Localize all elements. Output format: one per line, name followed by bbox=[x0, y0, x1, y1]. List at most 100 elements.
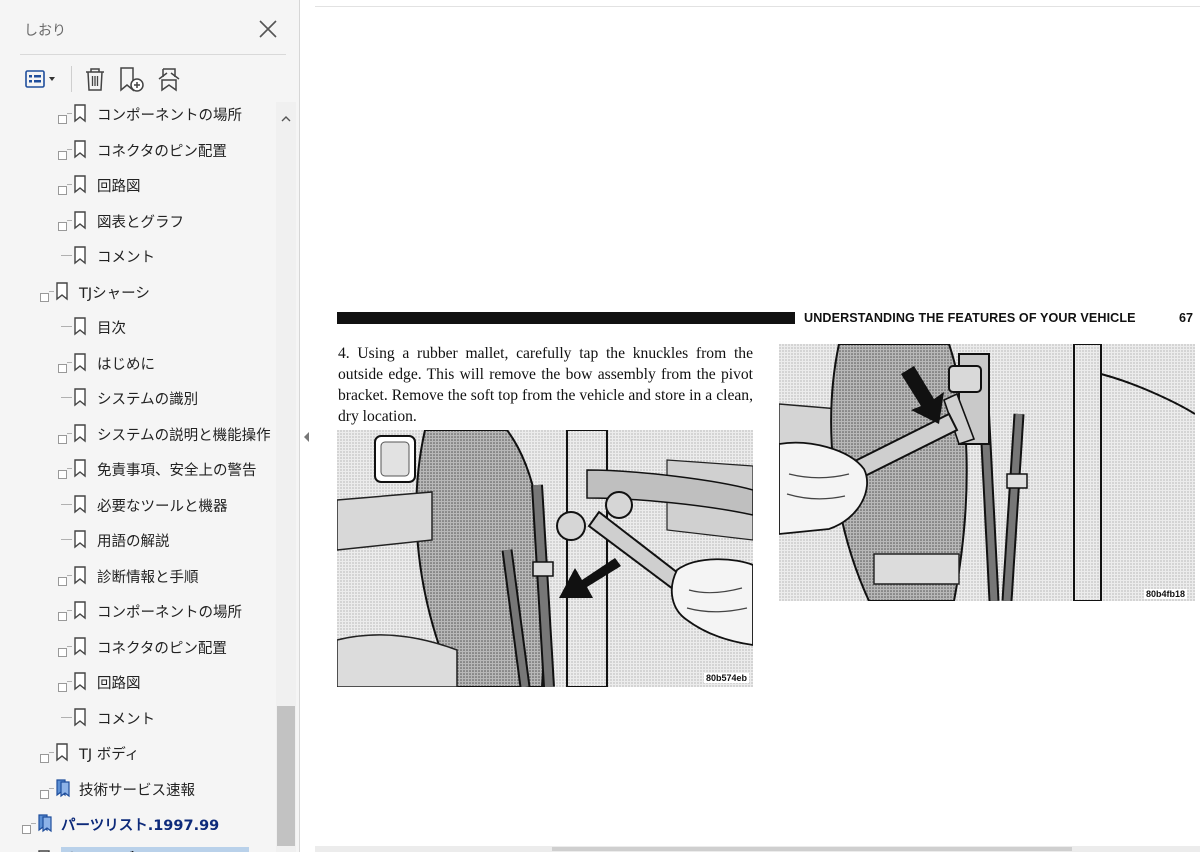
panel-divider bbox=[20, 54, 286, 55]
expand-toggle-icon[interactable] bbox=[58, 180, 67, 195]
expand-toggle-icon[interactable] bbox=[58, 216, 67, 231]
bookmark-label: 診断情報と手順 bbox=[97, 569, 199, 586]
scroll-up-icon[interactable] bbox=[276, 110, 296, 128]
bookmark-label: 回路図 bbox=[97, 676, 141, 692]
bookmark-icon bbox=[37, 849, 51, 852]
bookmark-item[interactable]: パーツリスト.1997.99 bbox=[0, 806, 276, 841]
expand-toggle-icon[interactable] bbox=[40, 784, 49, 799]
bookmark-label: 技術サービス速報 bbox=[79, 782, 195, 799]
bookmark-item[interactable]: コメント bbox=[0, 238, 276, 273]
bookmark-item[interactable]: 図表とグラフ bbox=[0, 203, 276, 238]
tree-connector bbox=[67, 681, 72, 682]
bookmark-item[interactable]: 回路図 bbox=[0, 167, 276, 202]
bookmark-item[interactable]: 回路図 bbox=[0, 664, 276, 699]
sidebar-scroll-thumb[interactable] bbox=[277, 706, 295, 846]
bookmark-item[interactable]: コンポーネントの場所 bbox=[0, 593, 276, 628]
bookmark-item[interactable]: 必要なツールと機器 bbox=[0, 487, 276, 522]
horizontal-scroll-thumb[interactable] bbox=[552, 847, 1072, 851]
bookmark-options-icon[interactable] bbox=[22, 64, 60, 94]
expand-toggle-icon[interactable] bbox=[58, 606, 67, 621]
bookmark-label: コメント bbox=[97, 711, 155, 728]
bookmark-label: 回路図 bbox=[97, 179, 141, 195]
bookmark-icon bbox=[73, 529, 87, 549]
bookmark-item[interactable]: はじめに bbox=[0, 345, 276, 380]
expand-toggle-icon[interactable] bbox=[22, 819, 31, 834]
tree-connector bbox=[67, 574, 72, 576]
collapse-panel-icon[interactable] bbox=[300, 426, 314, 448]
bookmark-icon bbox=[73, 565, 87, 585]
bookmark-label: コメント bbox=[97, 250, 155, 266]
bookmark-item[interactable]: システムの説明と機能操作 bbox=[0, 416, 276, 451]
bookmark-item[interactable]: コネクタのピン配置 bbox=[0, 629, 276, 664]
bookmark-item[interactable]: 免責事項、安全上の警告 bbox=[0, 451, 276, 486]
trash-icon[interactable] bbox=[80, 64, 110, 94]
bookmark-label: TJシャーシ bbox=[79, 285, 150, 302]
tree-connector bbox=[67, 361, 72, 363]
bookmark-icon bbox=[73, 423, 87, 443]
expand-toggle-icon[interactable] bbox=[40, 748, 49, 763]
page-number: 67 bbox=[1179, 311, 1194, 325]
bookmark-label: オーナーズマニュアル bbox=[61, 846, 249, 852]
expand-toggle-icon[interactable] bbox=[58, 677, 67, 692]
tree-connector bbox=[67, 432, 72, 434]
expand-toggle-icon[interactable] bbox=[58, 429, 67, 444]
expand-toggle-icon[interactable] bbox=[58, 109, 67, 124]
expand-toggle-icon[interactable] bbox=[58, 145, 67, 160]
new-bookmark-icon[interactable] bbox=[116, 64, 146, 94]
tree-connector bbox=[67, 645, 72, 647]
header-rule bbox=[337, 312, 795, 324]
bookmark-icon bbox=[73, 636, 87, 656]
bookmark-icon bbox=[73, 352, 87, 372]
figure-mallet-tap-knuckle: 80b574eb bbox=[337, 430, 753, 687]
bookmark-label: システムの識別 bbox=[97, 392, 199, 408]
tree-connector bbox=[67, 113, 72, 114]
bookmark-item[interactable]: 目次 bbox=[0, 309, 276, 344]
expand-toggle-icon[interactable] bbox=[58, 358, 67, 373]
bookmark-icon bbox=[73, 494, 87, 514]
expand-bookmark-icon[interactable] bbox=[154, 64, 184, 94]
bookmark-icon bbox=[55, 281, 69, 301]
bookmark-icon bbox=[73, 707, 87, 727]
tree-connector bbox=[49, 752, 54, 753]
bookmark-tree: コンポーネントの場所 コネクタのピン配置 回路図 図表とグラフ コメント TJシャーシ 目次… bbox=[0, 102, 276, 852]
bookmark-label: 目次 bbox=[97, 321, 126, 337]
toolbar-divider bbox=[71, 66, 72, 92]
expand-toggle-icon[interactable] bbox=[58, 571, 67, 586]
bookmark-item[interactable]: オーナーズマニュアル bbox=[0, 842, 276, 852]
bookmark-icon bbox=[73, 103, 87, 123]
bookmark-icon bbox=[73, 316, 87, 336]
expand-toggle-icon[interactable] bbox=[58, 642, 67, 657]
bookmark-label: コンポーネントの場所 bbox=[97, 605, 242, 621]
tree-connector bbox=[49, 290, 54, 292]
tree-connector bbox=[67, 148, 72, 150]
bookmark-icon bbox=[73, 245, 87, 265]
tree-connector bbox=[61, 503, 72, 505]
tree-connector bbox=[49, 787, 54, 789]
bookmark-label: 図表とグラフ bbox=[97, 214, 184, 231]
bookmark-item[interactable]: コンポーネントの場所 bbox=[0, 102, 276, 131]
bookmark-item[interactable]: コメント bbox=[0, 700, 276, 735]
bookmark-item[interactable]: 用語の解説 bbox=[0, 522, 276, 557]
bookmark-label: システムの説明と機能操作 bbox=[97, 427, 271, 444]
bookmark-label: 必要なツールと機器 bbox=[97, 498, 228, 515]
bookmarks-toolbar bbox=[0, 60, 300, 100]
tree-connector bbox=[61, 716, 72, 718]
bookmark-group-icon bbox=[55, 778, 70, 798]
bookmark-item[interactable]: 技術サービス速報 bbox=[0, 771, 276, 806]
bookmark-icon bbox=[73, 458, 87, 478]
tree-connector bbox=[67, 219, 72, 221]
expand-toggle-icon[interactable] bbox=[40, 287, 49, 302]
expand-toggle-icon[interactable] bbox=[58, 464, 67, 479]
tree-connector bbox=[61, 255, 72, 256]
tree-connector bbox=[61, 326, 72, 327]
bookmark-label: TJ ボディ bbox=[79, 747, 140, 763]
bookmark-item[interactable]: TJ ボディ bbox=[0, 735, 276, 770]
bookmark-item[interactable]: システムの識別 bbox=[0, 380, 276, 415]
close-icon[interactable] bbox=[255, 16, 281, 42]
bookmark-item[interactable]: コネクタのピン配置 bbox=[0, 132, 276, 167]
bookmark-label: 免責事項、安全上の警告 bbox=[97, 463, 257, 479]
bookmark-icon bbox=[73, 210, 87, 230]
bookmark-item[interactable]: TJシャーシ bbox=[0, 274, 276, 309]
bookmark-icon bbox=[73, 671, 87, 691]
bookmark-item[interactable]: 診断情報と手順 bbox=[0, 558, 276, 593]
